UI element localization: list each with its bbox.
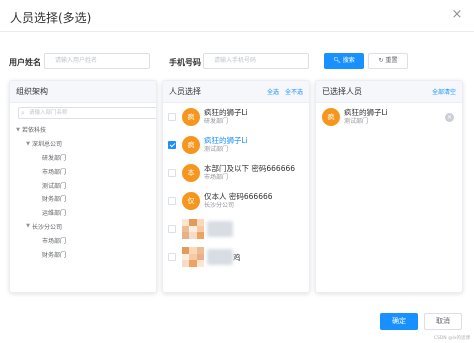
avatar: 疯 [322, 108, 340, 126]
people-panel-title: 人员选择 [169, 87, 201, 96]
person-info: 疯狂的狮子Li 研发部门 [204, 108, 248, 126]
avatar: 仅 [182, 192, 200, 210]
person-info: 仅本人 密码666666 长沙分公司 [204, 192, 273, 210]
person-name: 仅本人 密码666666 [204, 192, 273, 201]
clear-all-link[interactable]: 全部清空 [432, 87, 456, 96]
org-panel-header: 组织架构 [10, 81, 156, 103]
org-panel: 组织架构 ⌕ 请输入部门名称 ▼ 若依科技 ▼ 深圳总公司 研发部门 市场部门 测试部门 财务… [9, 80, 157, 293]
selected-person-row: 疯疯狂的狮子Li 测试部门 ✕ [316, 103, 462, 131]
person-checkbox[interactable] [168, 141, 176, 149]
caret-down-icon: ▼ [16, 126, 20, 133]
dept-search-input[interactable]: ⌕ 请输入部门名称 [18, 107, 156, 119]
selected-panel: 已选择人员 全部清空 疯疯狂的狮子Li 测试部门 ✕ [315, 80, 463, 293]
search-icon: ⌕ [21, 109, 25, 117]
username-input[interactable]: 请输入用户姓名 [44, 53, 150, 69]
confirm-button[interactable]: 确定 [380, 313, 418, 330]
selected-panel-header: 已选择人员 全部清空 [316, 81, 462, 103]
username-label: 用户姓名 [9, 58, 41, 67]
person-dept: 测试部门 [204, 146, 229, 153]
avatar: 本 [182, 164, 200, 182]
person-checkbox[interactable] [168, 169, 176, 177]
person-dept: 测试部门 [344, 118, 369, 125]
caret-down-icon: ▼ [26, 140, 30, 147]
tree-node[interactable]: ▼ 深圳总公司 [10, 137, 156, 151]
close-icon[interactable]: × [450, 8, 464, 22]
person-checkbox[interactable] [168, 197, 176, 205]
cancel-button[interactable]: 取消 [424, 313, 462, 330]
tree-node[interactable]: 财务部门 [10, 192, 156, 206]
search-button[interactable]: 🔍︎ 搜索 [324, 53, 364, 69]
dialog-title: 人员选择(多选) [10, 11, 92, 25]
masked-avatar [182, 247, 204, 267]
tree-node-label: 长沙分公司 [32, 223, 63, 231]
select-all-link[interactable]: 全选 [267, 87, 279, 96]
tree-node-label: 市场部门 [42, 237, 67, 245]
selected-list: 疯疯狂的狮子Li 测试部门 ✕ [316, 103, 462, 131]
dept-search-placeholder: 请输入部门名称 [29, 110, 68, 116]
masked-name [207, 249, 233, 265]
person-checkbox[interactable] [168, 253, 176, 261]
reset-button-label: 重置 [385, 57, 398, 64]
tree-node-label: 深圳总公司 [32, 141, 63, 149]
people-list: 疯疯狂的狮子Li 研发部门疯疯狂的狮子Li 测试部门本本部门及以下 密码666666… [163, 103, 309, 271]
tree-node[interactable]: 测试部门 [10, 178, 156, 192]
person-info: 鸡 [233, 253, 241, 262]
person-name: 疯狂的狮子Li [344, 108, 388, 117]
person-row[interactable]: 疯疯狂的狮子Li 研发部门 [163, 103, 309, 131]
tree-node[interactable]: ▼ 若依科技 [10, 123, 156, 137]
watermark: CSDN @lx的思博 [433, 336, 470, 341]
remove-icon[interactable]: ✕ [445, 113, 454, 122]
person-info: 疯狂的狮子Li 测试部门 [344, 108, 388, 126]
person-checkbox[interactable] [168, 225, 176, 233]
tree-node-label: 研发部门 [42, 154, 67, 162]
title-divider [0, 31, 474, 32]
tree-node[interactable]: 财务部门 [10, 247, 156, 261]
avatar: 疯 [182, 136, 200, 154]
person-row[interactable]: 本本部门及以下 密码666666 市场部门 [163, 159, 309, 187]
org-panel-title: 组织架构 [16, 87, 48, 96]
person-name: 本部门及以下 密码666666 [204, 164, 296, 173]
tree-node-label: 测试部门 [42, 182, 67, 190]
tree-node[interactable]: 研发部门 [10, 151, 156, 165]
tree-node[interactable]: 运维部门 [10, 206, 156, 220]
tree-node-label: 若依科技 [22, 127, 47, 135]
reset-button[interactable]: ↻ 重置 [368, 53, 408, 69]
selected-panel-title: 已选择人员 [322, 87, 362, 96]
caret-down-icon: ▼ [26, 223, 30, 230]
refresh-icon: ↻ [378, 57, 384, 64]
person-info: 疯狂的狮子Li 测试部门 [204, 136, 248, 154]
person-name: 疯狂的狮子Li [204, 108, 248, 117]
masked-avatar [182, 219, 204, 239]
phone-label: 手机号码 [169, 58, 201, 67]
person-dept: 市场部门 [204, 174, 229, 181]
people-panel: 人员选择 全选 全不选 疯疯狂的狮子Li 研发部门疯疯狂的狮子Li 测试部门本本部门… [162, 80, 310, 293]
person-row[interactable]: 仅仅本人 密码666666 长沙分公司 [163, 187, 309, 215]
person-dept: 研发部门 [204, 118, 229, 125]
person-name: 疯狂的狮子Li [204, 136, 248, 145]
tree-node-label: 运维部门 [42, 210, 67, 218]
tree-node-label: 财务部门 [42, 251, 67, 259]
person-info: 本部门及以下 密码666666 市场部门 [204, 164, 295, 182]
person-row[interactable]: 疯疯狂的狮子Li 测试部门 [163, 131, 309, 159]
avatar: 疯 [182, 108, 200, 126]
person-checkbox[interactable] [168, 113, 176, 121]
tree-node[interactable]: 市场部门 [10, 164, 156, 178]
masked-name [207, 221, 233, 237]
tree-node[interactable]: ▼ 长沙分公司 [10, 220, 156, 234]
tree-node-label: 市场部门 [42, 168, 67, 176]
person-row[interactable] [163, 215, 309, 243]
org-tree: ▼ 若依科技 ▼ 深圳总公司 研发部门 市场部门 测试部门 财务部门 运维部门 ▼ 长沙分公司 市场部… [10, 123, 156, 261]
person-name: 鸡 [233, 252, 241, 262]
search-icon: 🔍︎ [333, 57, 341, 64]
tree-node-label: 财务部门 [42, 196, 67, 204]
tree-node[interactable]: 市场部门 [10, 233, 156, 247]
person-dept: 长沙分公司 [204, 202, 235, 209]
people-panel-header: 人员选择 全选 全不选 [163, 81, 309, 103]
search-button-label: 搜索 [342, 57, 355, 64]
person-row[interactable]: 鸡 [163, 243, 309, 271]
phone-input[interactable]: 请输入手机号码 [203, 53, 309, 69]
select-none-link[interactable]: 全不选 [285, 87, 303, 96]
